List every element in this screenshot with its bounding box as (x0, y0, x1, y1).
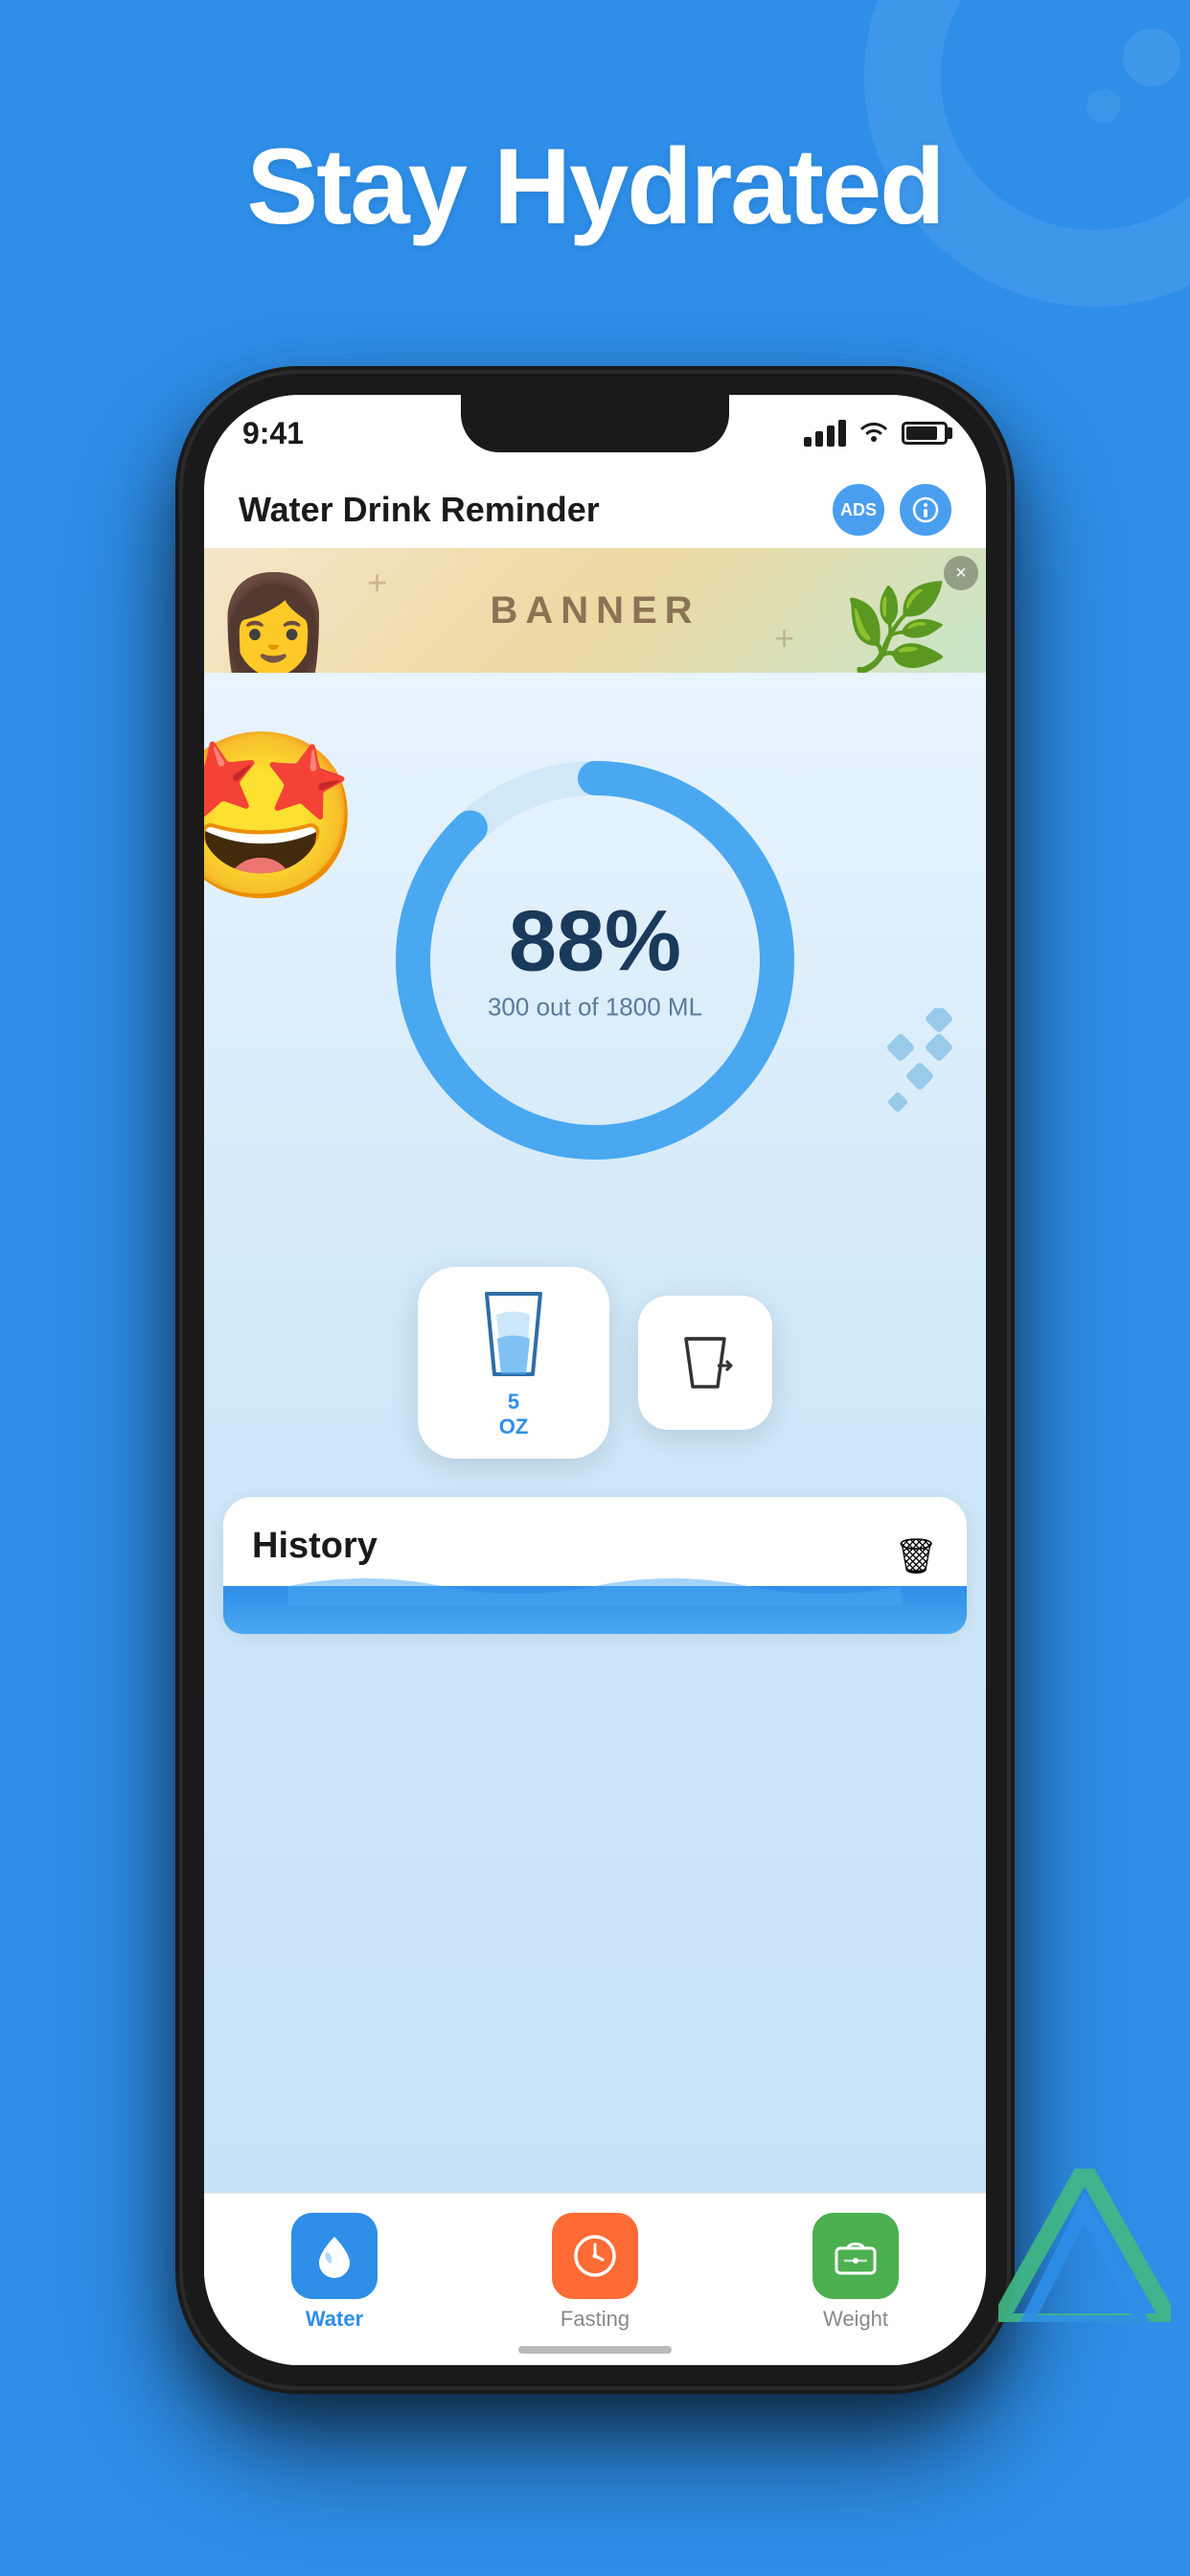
water-drop-icon (309, 2231, 359, 2281)
custom-glass-icon (672, 1329, 739, 1396)
tab-item-weight[interactable]: Weight (812, 2213, 899, 2332)
history-section: History 🗑 (223, 1497, 967, 1634)
history-wave (223, 1586, 967, 1634)
clock-icon (570, 2231, 620, 2281)
tab-item-water[interactable]: Water (291, 2213, 378, 2332)
phone-mockup: 9:41 (183, 374, 1007, 2386)
header-buttons: ADS (833, 484, 951, 536)
custom-amount-button[interactable] (638, 1296, 772, 1430)
main-content: 🤩 (204, 673, 986, 2365)
weight-tab-icon-wrapper (812, 2213, 899, 2299)
phone-notch (461, 395, 729, 452)
fasting-tab-icon-wrapper (552, 2213, 638, 2299)
progress-ring-container: 88% 300 out of 1800 ML (365, 730, 825, 1190)
banner-girl-figure: 👩 (214, 548, 367, 673)
battery-icon (902, 422, 948, 445)
diamond-decorations (871, 1008, 967, 1128)
page-title: Stay Hydrated (0, 125, 1190, 248)
info-button[interactable] (900, 484, 951, 536)
water-glass-icon (475, 1286, 552, 1382)
ads-button[interactable]: ADS (833, 484, 884, 536)
app-header-title: Water Drink Reminder (239, 490, 600, 530)
fasting-tab-label: Fasting (561, 2307, 629, 2332)
tab-item-fasting[interactable]: Fasting (552, 2213, 638, 2332)
banner-text: BANNER (490, 589, 699, 632)
scale-icon (831, 2231, 881, 2281)
water-tab-label: Water (306, 2307, 363, 2332)
signal-icon (804, 420, 846, 447)
banner-close-button[interactable]: × (944, 556, 978, 590)
vue-logo-decoration (998, 2169, 1171, 2327)
tab-bar: Water Fasting (204, 2193, 986, 2365)
wifi-icon (859, 419, 888, 448)
banner-area: 👩 + + BANNER 🌿 × (204, 548, 986, 673)
history-title: History (252, 1526, 378, 1567)
water-amount-label: 5 OZ (499, 1390, 529, 1439)
add-water-button[interactable]: 5 OZ (418, 1267, 609, 1459)
action-buttons: 5 OZ (418, 1267, 772, 1459)
progress-percent: 88% (488, 899, 702, 985)
phone-screen: 9:41 (204, 395, 986, 2365)
app-header: Water Drink Reminder ADS (204, 472, 986, 548)
weight-tab-label: Weight (823, 2307, 888, 2332)
home-indicator (518, 2346, 672, 2354)
status-icons (804, 419, 948, 448)
status-time: 9:41 (242, 416, 304, 451)
progress-label: 300 out of 1800 ML (488, 993, 702, 1023)
water-tab-icon-wrapper (291, 2213, 378, 2299)
progress-center: 88% 300 out of 1800 ML (488, 899, 702, 1023)
emoji-badge: 🤩 (204, 721, 357, 912)
